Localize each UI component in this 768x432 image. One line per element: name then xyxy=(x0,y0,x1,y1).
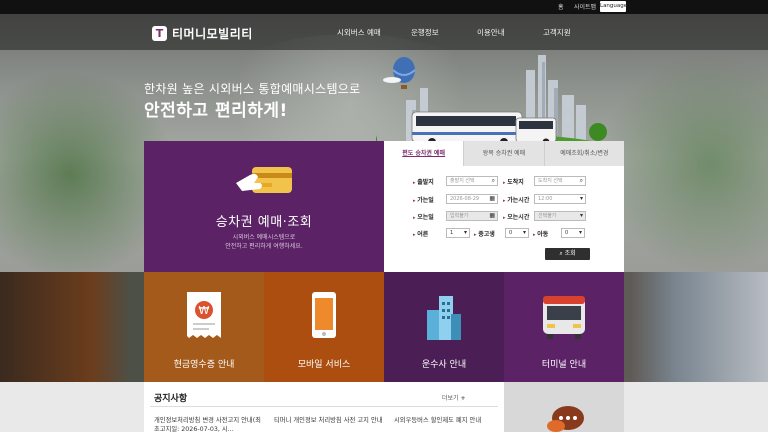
receipt-icon: ₩ xyxy=(187,292,221,338)
tile-label: 운수사 안내 xyxy=(421,360,467,370)
return-date-label: 오는일 xyxy=(413,212,434,221)
arrive-placeholder: 도착지 선택 xyxy=(538,178,563,184)
background-blur xyxy=(600,54,768,272)
go-time-label: 가는시간 xyxy=(503,195,529,204)
booking-description: 시외버스 예매시스템으로 안전하고 편리하게 여행하세요. xyxy=(144,233,384,251)
nav-usage-guide[interactable]: 이용안내 xyxy=(477,27,505,38)
go-date-label: 가는일 xyxy=(413,195,434,204)
return-date-value: 입력불가 xyxy=(450,213,469,219)
notice-item[interactable]: 개인정보처리방침 변경 사전고지 안내(최초고지일: 2026-07-03, 시… xyxy=(154,416,266,432)
language-button[interactable]: Language xyxy=(600,1,627,12)
teen-count: 0 xyxy=(509,230,513,236)
ticket-hand-icon xyxy=(236,167,292,193)
search-button[interactable]: ⌕ 조회 xyxy=(545,248,590,260)
arrive-input[interactable]: 도착지 선택 ⌕ xyxy=(534,176,586,186)
tab-lookup-cancel[interactable]: 예매조회/취소/변경 xyxy=(543,141,624,166)
notice-item[interactable]: 티머니 개인정보 처리방침 사전 고지 안내 xyxy=(274,416,386,432)
teen-label: 중고생 xyxy=(474,229,495,238)
go-time-value: 12:00 xyxy=(538,196,553,202)
arrive-label: 도착지 xyxy=(503,177,524,186)
plus-icon: + xyxy=(460,395,466,402)
go-time-select[interactable]: 12:00 ▾ xyxy=(534,194,586,204)
depart-label: 출발지 xyxy=(413,177,434,186)
nav-customer-support[interactable]: 고객지원 xyxy=(543,27,571,38)
notice-board: 공지사항 더보기 + 개인정보처리방침 변경 사전고지 안내(최초고지일: 20… xyxy=(144,382,504,432)
tile-label: 현금영수증 안내 xyxy=(173,360,235,370)
building-icon xyxy=(427,296,461,340)
site-logo[interactable]: T 티머니모빌리티 xyxy=(152,25,253,42)
return-date-input: 입력불가 ▦ xyxy=(446,211,498,221)
booking-desc-line: 안전하고 편리하게 여행하세요. xyxy=(225,243,303,250)
home-link[interactable]: 홈 xyxy=(558,2,564,11)
return-time-select: 선택불가 ▾ xyxy=(534,211,586,221)
nav-operation-info[interactable]: 운행정보 xyxy=(411,27,439,38)
tile-mobile-service[interactable]: 모바일 서비스 xyxy=(264,272,384,382)
tile-cash-receipt[interactable]: ₩ 현금영수증 안내 xyxy=(144,272,264,382)
chevron-down-icon: ▾ xyxy=(579,195,583,202)
child-count: 0 xyxy=(565,230,569,236)
search-button-label: 조회 xyxy=(564,250,576,257)
chevron-down-icon: ▾ xyxy=(463,229,467,236)
return-time-label: 오는시간 xyxy=(503,212,529,221)
tab-round-trip[interactable]: 왕복 승차권 예매 xyxy=(463,141,543,166)
go-date-input[interactable]: 2026-08-29 ▦ xyxy=(446,194,498,204)
mobile-icon xyxy=(312,292,336,338)
chat-bubble-icon xyxy=(547,406,584,432)
depart-input[interactable]: 출발지 선택 ⌕ xyxy=(446,176,498,186)
utility-bar: 홈 사이트맵 Language xyxy=(0,0,768,14)
booking-desc-line: 시외버스 예매시스템으로 xyxy=(232,234,296,241)
notice-more-link[interactable]: 더보기 + xyxy=(442,393,466,402)
logo-text: 티머니모빌리티 xyxy=(172,27,253,41)
chevron-down-icon: ▾ xyxy=(579,212,583,219)
more-label: 더보기 xyxy=(442,395,459,402)
teen-count-select[interactable]: 0 ▾ xyxy=(505,228,529,238)
tile-label: 모바일 서비스 xyxy=(297,360,351,370)
hero-slogan-sub: 한차원 높은 시외버스 통합예매시스템으로 xyxy=(144,82,361,96)
bus-icon xyxy=(543,296,585,339)
depart-placeholder: 출발지 선택 xyxy=(450,178,475,184)
return-time-value: 선택불가 xyxy=(538,213,557,219)
tile-label: 터미널 안내 xyxy=(541,360,587,370)
notice-title: 공지사항 xyxy=(154,394,188,404)
tab-one-way[interactable]: 편도 승차권 예매 xyxy=(384,141,464,166)
tile-terminal-guide[interactable]: 터미널 안내 xyxy=(504,272,624,382)
chevron-down-icon: ▾ xyxy=(578,229,582,236)
adult-count: 1 xyxy=(450,230,454,236)
nav-intercity-booking[interactable]: 시외버스 예매 xyxy=(337,27,381,38)
divider xyxy=(150,406,498,407)
chevron-down-icon: ▾ xyxy=(522,229,526,236)
child-label: 아동 xyxy=(533,229,548,238)
customer-support-box[interactable] xyxy=(504,382,624,432)
search-icon[interactable]: ⌕ xyxy=(492,177,495,185)
notice-item[interactable]: 시외우등버스 할인제도 폐지 안내 xyxy=(394,416,506,432)
booking-title: 승차권 예매·조회 xyxy=(215,215,313,230)
booking-intro-panel: 승차권 예매·조회 시외버스 예매시스템으로 안전하고 편리하게 여행하세요. xyxy=(144,141,389,273)
sitemap-link[interactable]: 사이트맵 xyxy=(574,2,596,11)
svg-text:₩: ₩ xyxy=(199,304,210,317)
search-icon[interactable]: ⌕ xyxy=(580,177,583,185)
booking-tabs: 편도 승차권 예매 왕복 승차권 예매 예매조회/취소/변경 xyxy=(384,141,624,166)
go-date-value: 2026-08-29 xyxy=(450,196,480,202)
adult-label: 어른 xyxy=(413,229,428,238)
adult-count-select[interactable]: 1 ▾ xyxy=(446,228,470,238)
calendar-icon: ▦ xyxy=(489,212,495,219)
child-count-select[interactable]: 0 ▾ xyxy=(561,228,585,238)
tile-bus-company[interactable]: 운수사 안내 xyxy=(384,272,504,382)
hero-slogan-main: 안전하고 편리하게! xyxy=(144,101,288,121)
calendar-icon[interactable]: ▦ xyxy=(489,195,495,203)
logo-mark-icon: T xyxy=(152,26,167,41)
